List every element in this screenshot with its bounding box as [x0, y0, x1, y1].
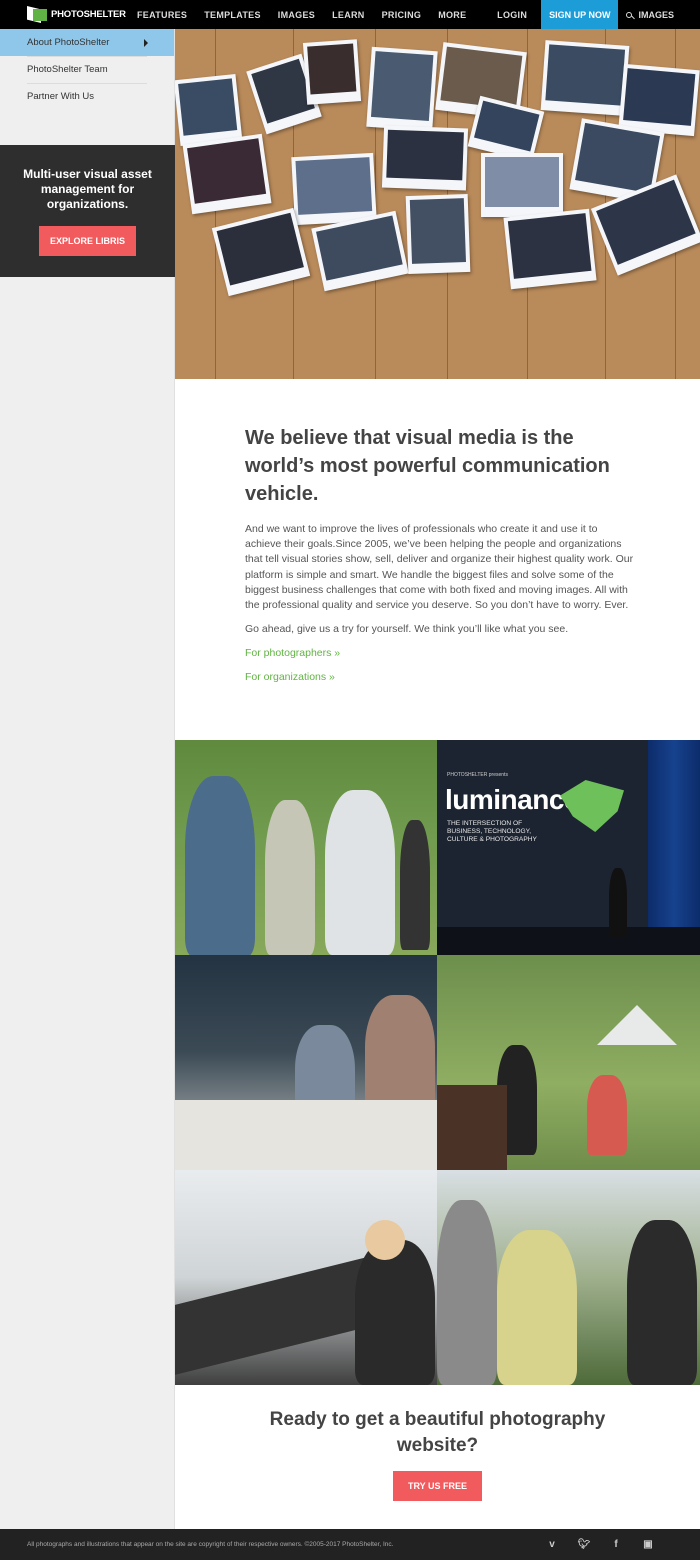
explore-libris-button[interactable]: EXPLORE LIBRIS: [38, 226, 136, 256]
photoshelter-logo[interactable]: PHOTOSHELTER: [27, 6, 127, 23]
logo-icon: [27, 6, 47, 23]
nav-right: LOGIN SIGN UP NOW IMAGES: [497, 0, 700, 29]
cta-title: Ready to get a beautiful photography web…: [269, 1409, 606, 1456]
page-headline: We believe that visual media is the worl…: [245, 427, 610, 505]
main-nav: FEATURES TEMPLATES IMAGES LEARN PRICING …: [137, 10, 483, 20]
signup-button[interactable]: SIGN UP NOW: [541, 0, 619, 29]
libris-promo: Multi-user visual asset management for o…: [0, 145, 175, 277]
luminance-presents: PHOTOSHELTER presents: [447, 772, 508, 778]
logo-text: PHOTOSHELTER: [51, 9, 126, 20]
photo-grid: PHOTOSHELTER presents luminance THE INTE…: [175, 740, 700, 1385]
luminance-subtitle: THE INTERSECTION OF BUSINESS, TECHNOLOGY…: [447, 820, 537, 843]
nav-images[interactable]: IMAGES: [278, 10, 315, 20]
nav-templates[interactable]: TEMPLATES: [204, 10, 261, 20]
luminance-title: luminance: [445, 784, 579, 815]
hero-image: [175, 29, 700, 379]
nav-learn[interactable]: LEARN: [332, 10, 365, 20]
nav-more[interactable]: MORE: [438, 10, 466, 20]
about-content: We believe that visual media is the worl…: [245, 424, 635, 683]
polaroid-photo: [302, 39, 362, 105]
nav-features[interactable]: FEATURES: [137, 10, 187, 20]
cta-section: Ready to get a beautiful photography web…: [175, 1385, 700, 1501]
twitter-icon[interactable]: 🐦︎: [568, 1539, 600, 1550]
photo-group-outdoor: [175, 740, 437, 955]
about-paragraph: And we want to improve the lives of prof…: [245, 523, 634, 612]
image-search-label: IMAGES: [638, 9, 674, 20]
polaroid-photo: [618, 63, 700, 137]
vimeo-icon[interactable]: v: [536, 1539, 568, 1550]
footer: All photographs and illustrations that a…: [0, 1529, 700, 1560]
sidebar-item-team[interactable]: PhotoShelter Team: [0, 56, 174, 83]
organizations-link[interactable]: For organizations »: [245, 671, 635, 683]
polaroid-photo: [481, 153, 563, 217]
polaroid-photo: [405, 193, 471, 275]
polaroid-photo: [503, 208, 597, 290]
sidebar-item-label: About PhotoShelter: [27, 37, 110, 48]
copyright-text: All photographs and illustrations that a…: [27, 1541, 394, 1548]
instagram-icon[interactable]: ▣: [632, 1539, 664, 1550]
sidebar-item-about[interactable]: About PhotoShelter: [0, 29, 174, 56]
libris-promo-text: Multi-user visual asset management for o…: [23, 167, 152, 211]
photo-dinner: [175, 955, 437, 1170]
login-link[interactable]: LOGIN: [497, 10, 527, 20]
polaroid-photo: [540, 40, 630, 116]
image-search-link[interactable]: IMAGES: [618, 10, 700, 20]
photographers-link[interactable]: For photographers »: [245, 647, 635, 659]
nav-pricing[interactable]: PRICING: [382, 10, 422, 20]
photo-rooftop: [437, 1170, 700, 1385]
main-content: We believe that visual media is the worl…: [175, 29, 700, 1529]
try-paragraph: Go ahead, give us a try for yourself. We…: [245, 623, 569, 636]
top-nav: PHOTOSHELTER FEATURES TEMPLATES IMAGES L…: [0, 0, 700, 29]
sidebar: About PhotoShelter PhotoShelter Team Par…: [0, 29, 175, 1529]
caret-right-icon: [144, 39, 148, 47]
polaroid-photo: [175, 73, 243, 147]
polaroid-photo: [182, 133, 272, 215]
try-free-button[interactable]: TRY US FREE: [392, 1471, 482, 1501]
polaroid-photo: [381, 125, 469, 191]
luminance-event-photo: PHOTOSHELTER presents luminance THE INTE…: [437, 740, 700, 955]
sidebar-item-label: PhotoShelter Team: [27, 64, 108, 75]
sidebar-item-partner[interactable]: Partner With Us: [0, 83, 174, 110]
search-icon: [626, 11, 633, 18]
photo-backyard: [437, 955, 700, 1170]
polaroid-photo: [211, 207, 311, 297]
social-links: v 🐦︎ f ▣: [536, 1539, 664, 1550]
polaroid-photo: [366, 46, 438, 132]
photo-workshop: [175, 1170, 437, 1385]
facebook-icon[interactable]: f: [600, 1539, 632, 1550]
sidebar-item-label: Partner With Us: [27, 91, 95, 102]
polaroid-photo: [291, 152, 377, 226]
